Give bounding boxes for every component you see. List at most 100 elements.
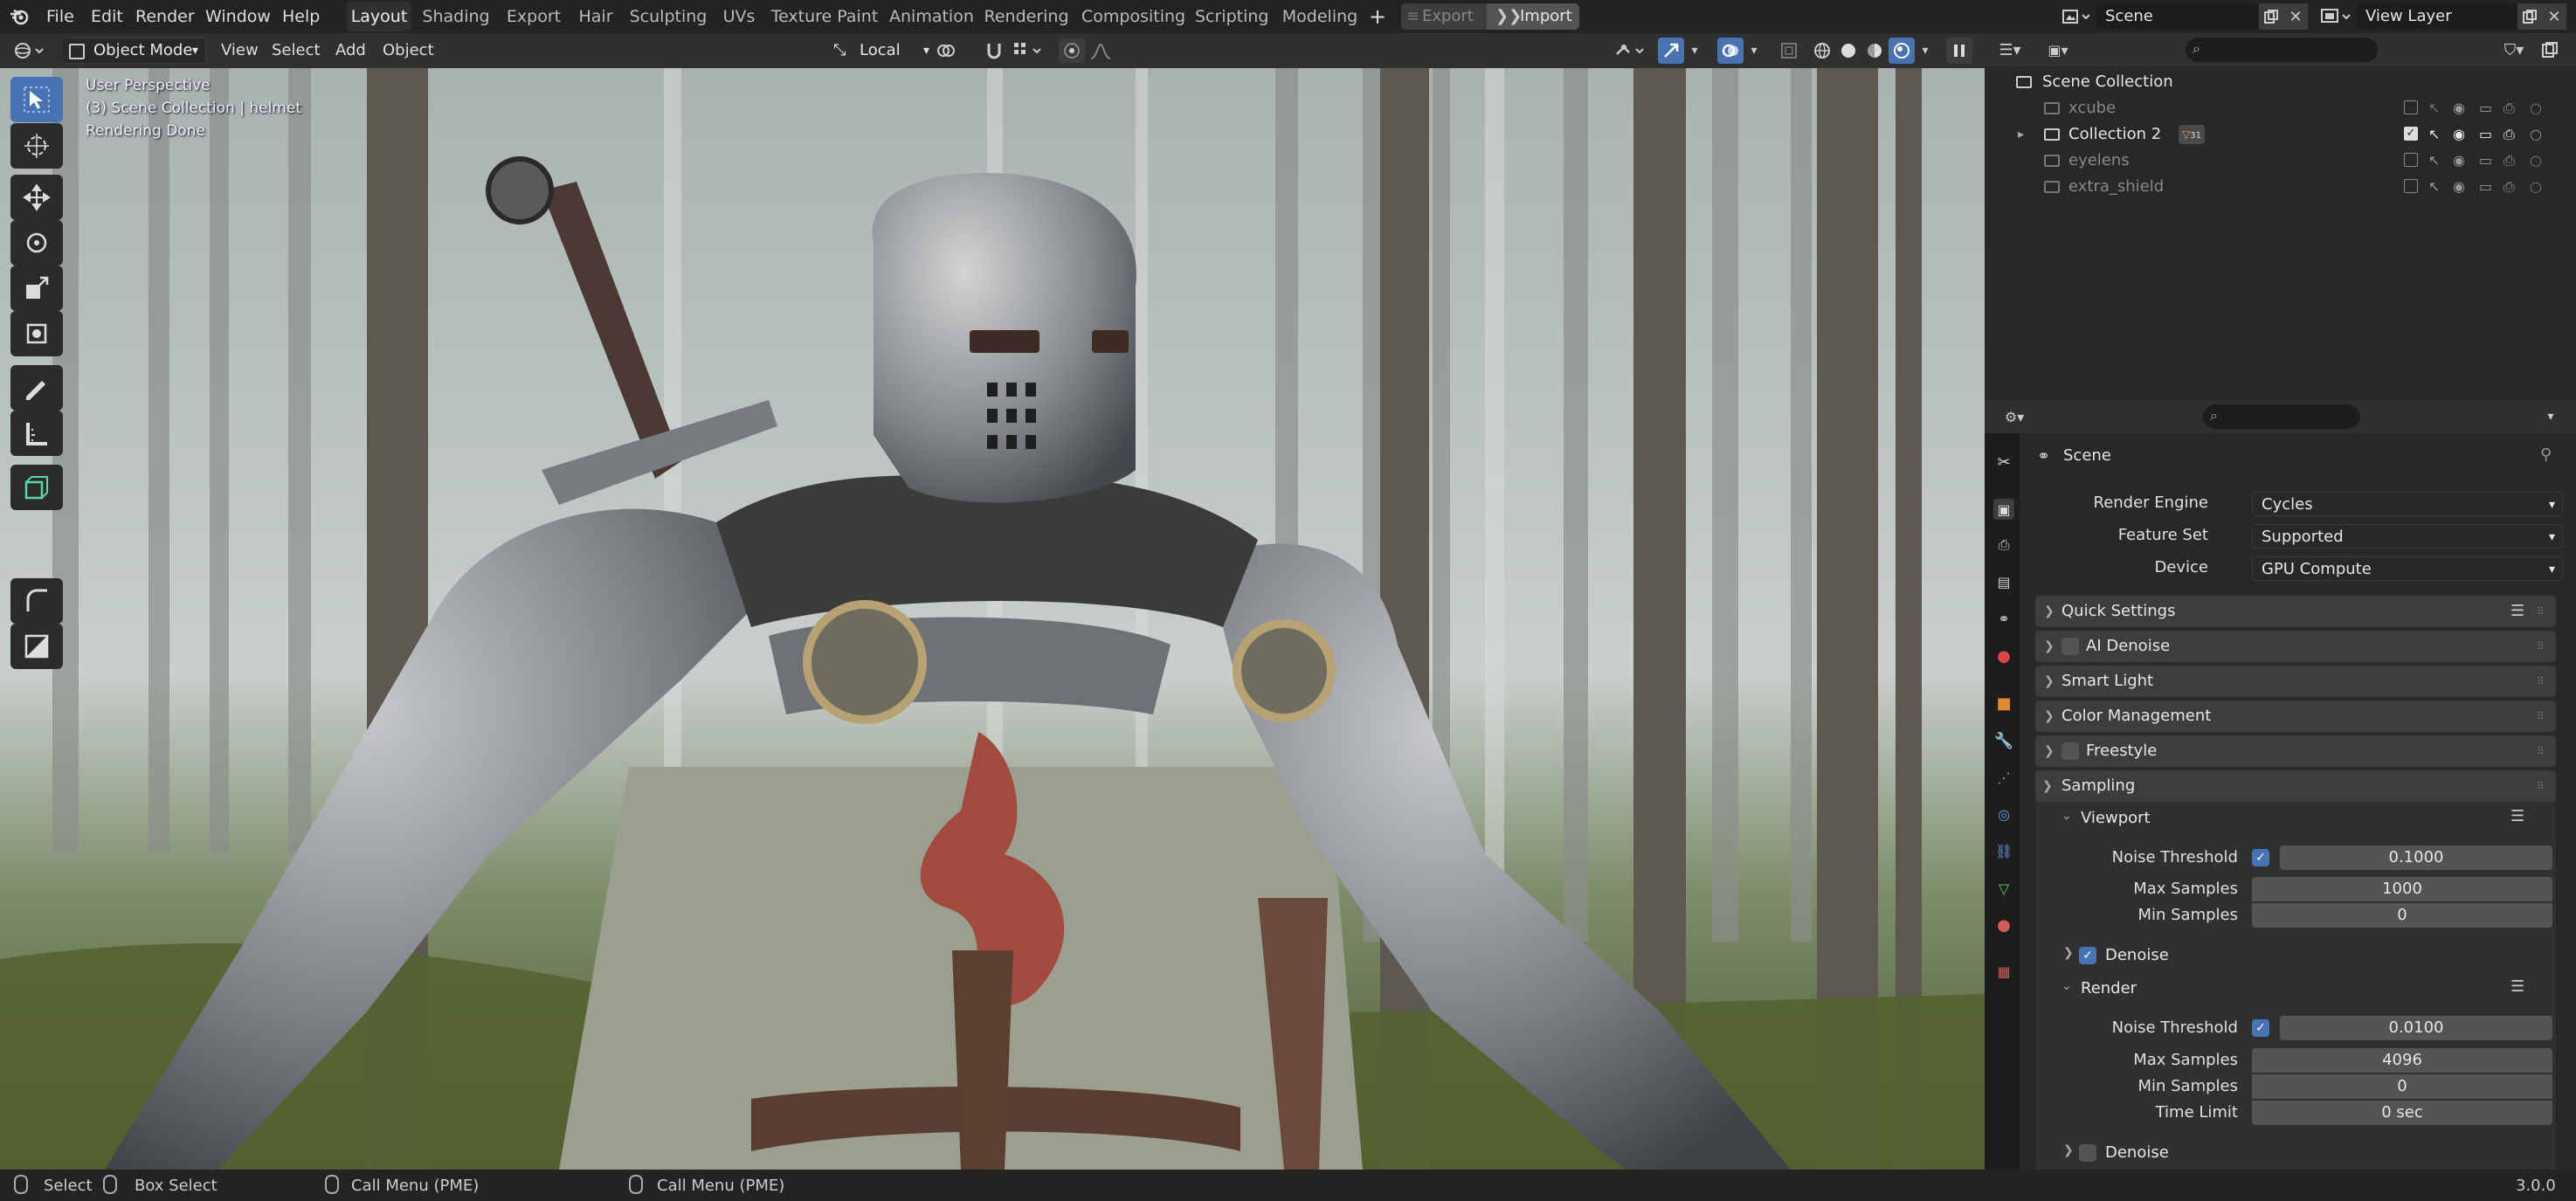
tool-tab-icon[interactable]: ✂: [1993, 452, 2014, 473]
exclude-checkbox[interactable]: [2404, 179, 2418, 193]
scene-tab-icon[interactable]: ⚭: [1993, 608, 2014, 629]
view-layer-tab-icon[interactable]: ▤: [1993, 571, 2014, 592]
import-button[interactable]: ❯❯ Import: [1487, 3, 1579, 30]
render-denoise-checkbox[interactable]: [2079, 1144, 2096, 1162]
camera-icon[interactable]: ⎙: [2503, 121, 2515, 148]
viewport-denoise-chevron-icon[interactable]: ❯: [2063, 946, 2074, 960]
output-tab-icon[interactable]: ⎙: [1993, 535, 2014, 556]
tab-layout[interactable]: Layout: [347, 2, 411, 31]
object-tab-icon[interactable]: ■: [1993, 693, 2014, 714]
freestyle-checkbox[interactable]: [2061, 742, 2079, 760]
gizmo-visibility-icon[interactable]: [1613, 40, 1647, 61]
scene-selector[interactable]: Scene: [2096, 3, 2259, 30]
data-tab-icon[interactable]: ▽: [1993, 878, 2014, 899]
panel-smart-light[interactable]: ❯ Smart Light ⠿: [2035, 666, 2556, 697]
delete-view-layer-icon[interactable]: ✕: [2542, 3, 2566, 30]
add-workspace-button[interactable]: +: [1369, 0, 1386, 33]
tab-compositing[interactable]: Compositing: [1081, 2, 1185, 31]
tab-export[interactable]: Export: [505, 2, 563, 31]
camera-icon[interactable]: ⎙: [2503, 95, 2515, 121]
menu-help[interactable]: Help: [282, 0, 320, 33]
viewport-disable-icon[interactable]: ▭: [2479, 121, 2492, 148]
new-view-layer-icon[interactable]: [2517, 3, 2542, 30]
outliner-row-extra-shield[interactable]: extra_shield ↖ ◉ ▭ ⎙ ○: [1985, 174, 2576, 200]
tab-shading[interactable]: Shading: [421, 2, 491, 31]
outliner-row-collection-2[interactable]: ▸ Collection 2 ▽31 ✓ ↖ ◉ ▭ ⎙ ○: [1985, 121, 2576, 148]
properties-search-input[interactable]: ⌕: [2203, 404, 2360, 429]
measure-tool[interactable]: [10, 411, 63, 456]
material-tab-icon[interactable]: ●: [1993, 915, 2014, 935]
menu-edit[interactable]: Edit: [91, 0, 123, 33]
exclude-checkbox[interactable]: ✓: [2404, 127, 2418, 141]
shear-tool[interactable]: [10, 578, 63, 624]
holdout-icon[interactable]: ○: [2530, 95, 2542, 121]
render-engine-dropdown[interactable]: Cycles ▾: [2252, 492, 2563, 516]
menu-select[interactable]: Select: [272, 33, 321, 68]
menu-file[interactable]: File: [46, 0, 74, 33]
texture-tab-icon[interactable]: ▦: [1993, 961, 2014, 982]
options-dropdown-icon[interactable]: ▾: [2540, 407, 2561, 426]
blender-logo-icon[interactable]: [9, 7, 30, 26]
render-min-samples-field[interactable]: 0: [2252, 1074, 2552, 1099]
holdout-icon[interactable]: ○: [2530, 121, 2542, 148]
render-time-limit-field[interactable]: 0 sec: [2252, 1101, 2552, 1125]
wireframe-shading-icon[interactable]: [1810, 40, 1834, 61]
holdout-icon[interactable]: ○: [2530, 148, 2542, 174]
eye-icon[interactable]: ◉: [2453, 174, 2465, 200]
transform-orientation-dropdown[interactable]: ⤡ Local ▾: [828, 38, 931, 64]
drag-handle-icon[interactable]: ⠿: [2537, 666, 2545, 697]
outliner-search-input[interactable]: ⌕: [2186, 38, 2378, 62]
extra-tool[interactable]: [10, 624, 63, 669]
transform-tool[interactable]: [10, 311, 63, 356]
viewport-presets-icon[interactable]: ☰: [2510, 807, 2524, 825]
drag-handle-icon[interactable]: ⠿: [2537, 701, 2545, 732]
render-subpanel-chevron-icon[interactable]: ⌄: [2061, 979, 2072, 993]
expand-arrow-icon[interactable]: ▸: [2018, 121, 2024, 148]
xray-icon[interactable]: [1777, 40, 1801, 61]
presets-list-icon[interactable]: ☰: [2510, 596, 2524, 627]
tab-modeling[interactable]: Modeling: [1281, 2, 1359, 31]
pivot-point-icon[interactable]: [933, 40, 957, 61]
gizmo-dropdown-icon[interactable]: ▾: [1686, 40, 1703, 61]
outliner-row-xcube[interactable]: xcube ↖ ◉ ▭ ⎙ ○: [1985, 95, 2576, 121]
cursor-tool[interactable]: [10, 123, 63, 169]
camera-icon[interactable]: ⎙: [2503, 148, 2515, 174]
rotate-tool[interactable]: [10, 220, 63, 266]
camera-icon[interactable]: ⎙: [2503, 174, 2515, 200]
annotate-tool[interactable]: [10, 365, 63, 411]
snap-icon[interactable]: [982, 40, 1006, 61]
overlays-dropdown-icon[interactable]: ▾: [1745, 40, 1763, 61]
exclude-checkbox[interactable]: [2404, 153, 2418, 167]
viewport-disable-icon[interactable]: ▭: [2479, 174, 2492, 200]
constraints-tab-icon[interactable]: ⛓: [1993, 840, 2014, 861]
exclude-checkbox[interactable]: [2404, 100, 2418, 114]
menu-object[interactable]: Object: [383, 33, 434, 68]
tab-sculpting[interactable]: Sculpting: [629, 2, 708, 31]
menu-view[interactable]: View: [221, 33, 259, 68]
move-tool[interactable]: [10, 175, 63, 220]
feature-set-dropdown[interactable]: Supported ▾: [2252, 524, 2563, 549]
snap-target-icon[interactable]: [1012, 40, 1046, 61]
holdout-icon[interactable]: ○: [2530, 174, 2542, 200]
panel-sampling[interactable]: ❯ Sampling ⠿: [2035, 770, 2556, 802]
tab-uvs[interactable]: UVs: [718, 2, 760, 31]
drag-handle-icon[interactable]: ⠿: [2537, 596, 2545, 627]
falloff-icon[interactable]: [1088, 40, 1113, 61]
pin-icon[interactable]: ⚲: [2540, 445, 2552, 464]
selectable-icon[interactable]: ↖: [2428, 121, 2440, 148]
viewport-disable-icon[interactable]: ▭: [2479, 95, 2492, 121]
drag-handle-icon[interactable]: ⠿: [2537, 735, 2545, 767]
tab-hair[interactable]: Hair: [575, 2, 617, 31]
selectable-icon[interactable]: ↖: [2428, 148, 2440, 174]
display-mode-icon[interactable]: ▣▾: [2041, 40, 2075, 59]
shading-dropdown-icon[interactable]: ▾: [1916, 40, 1934, 61]
editor-type-icon[interactable]: [12, 40, 47, 61]
render-tab-icon[interactable]: ▣: [1993, 499, 2014, 520]
add-cube-tool[interactable]: [10, 465, 63, 510]
drag-handle-icon[interactable]: ⠿: [2537, 770, 2545, 802]
modifier-tab-icon[interactable]: 🔧: [1993, 730, 2014, 751]
select-box-tool[interactable]: [10, 77, 63, 122]
scale-tool[interactable]: [10, 266, 63, 311]
render-noise-threshold-field[interactable]: 0.0100: [2280, 1016, 2552, 1040]
scene-icon[interactable]: [2060, 7, 2095, 26]
